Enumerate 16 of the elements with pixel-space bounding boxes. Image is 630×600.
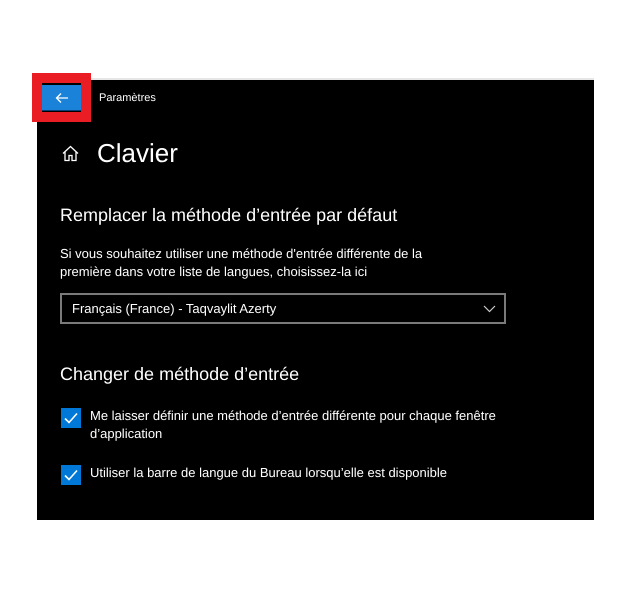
back-button[interactable] <box>42 85 82 111</box>
back-arrow-icon <box>55 92 69 104</box>
checkmark-icon <box>63 410 79 426</box>
checkbox-label: Utiliser la barre de langue du Bureau lorsqu’elle est disponible <box>90 464 448 482</box>
page-title: Clavier <box>97 138 178 169</box>
chevron-down-icon <box>483 304 496 312</box>
checkbox[interactable] <box>61 465 81 485</box>
window-title: Paramètres <box>99 92 156 104</box>
section-heading: Changer de méthode d’entrée <box>60 364 300 385</box>
home-icon[interactable] <box>62 145 79 162</box>
dropdown[interactable]: Français (France) - Taqvaylit Azerty <box>60 293 506 324</box>
checkbox-label: Me laisser définir une méthode d’entrée différente pour chaque fenêtre d’application <box>90 407 497 443</box>
checkbox[interactable] <box>61 408 81 428</box>
checkmark-icon <box>63 467 79 483</box>
description-text: Si vous souhaitez utiliser une méthode d'entrée différente de la première dans votre liste de langues, choisissez-la ici <box>60 245 424 281</box>
section-heading: Remplacer la méthode d’entrée par défaut <box>60 205 398 226</box>
